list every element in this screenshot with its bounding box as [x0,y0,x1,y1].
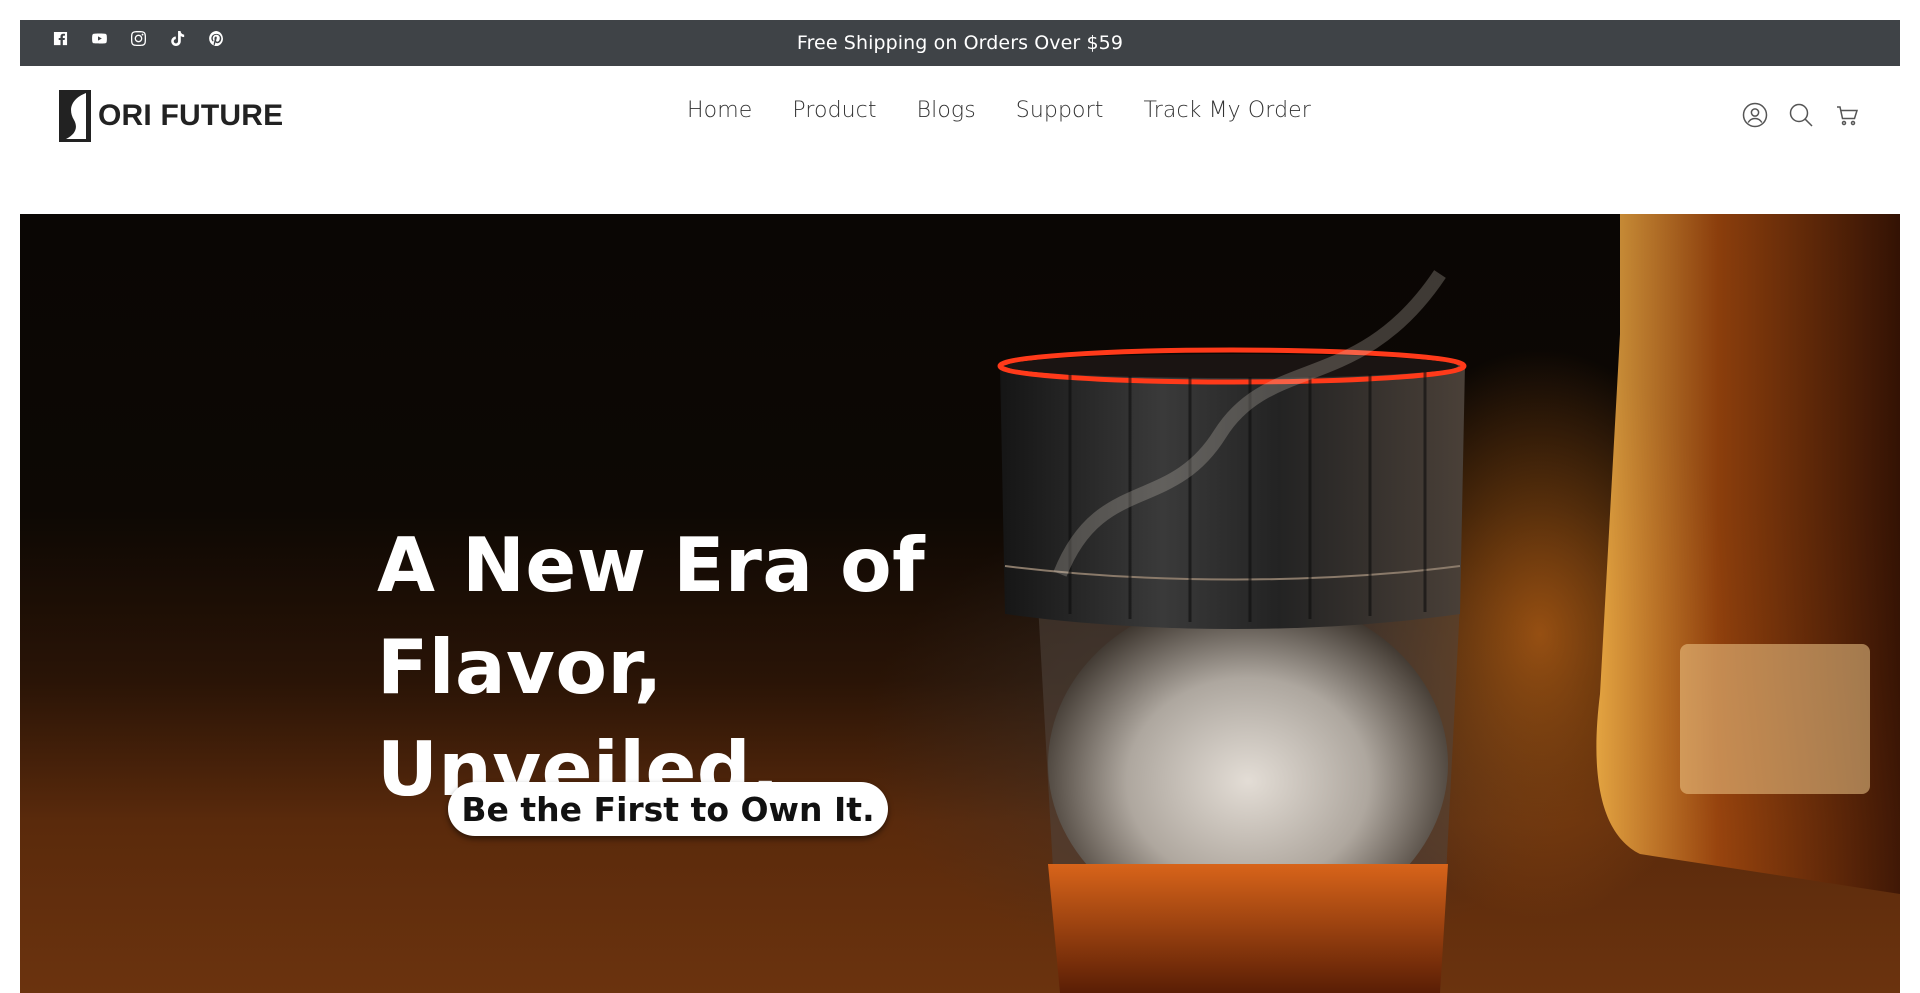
nav-track-my-order[interactable]: Track My Order [1143,98,1310,123]
hero-headline: A New Era of Flavor, Unveiled. [377,514,1077,820]
logo[interactable]: ORI FUTURE [59,90,283,142]
cart-icon[interactable] [1834,102,1860,128]
logo-mark-icon [59,90,91,142]
hero-cta-button[interactable]: Be the First to Own It. [448,782,888,836]
announcement-bar: Free Shipping on Orders Over $59 [20,20,1900,66]
nav-blogs[interactable]: Blogs [917,98,976,123]
announcement-text: Free Shipping on Orders Over $59 [796,32,1124,54]
account-icon[interactable] [1742,102,1768,128]
search-icon[interactable] [1788,102,1814,128]
main-nav: Home Product Blogs Support Track My Orde… [687,98,1311,123]
header-icons [1742,102,1860,128]
nav-home[interactable]: Home [687,98,752,123]
logo-text: ORI FUTURE [98,99,284,132]
nav-product[interactable]: Product [792,98,876,123]
hero-banner: A New Era of Flavor, Unveiled. Be the Fi… [20,214,1900,993]
site-header: ORI FUTURE Home Product Blogs Support Tr… [20,66,1900,214]
hero-headline-line1: A New Era of [377,521,926,609]
nav-support[interactable]: Support [1016,98,1104,123]
